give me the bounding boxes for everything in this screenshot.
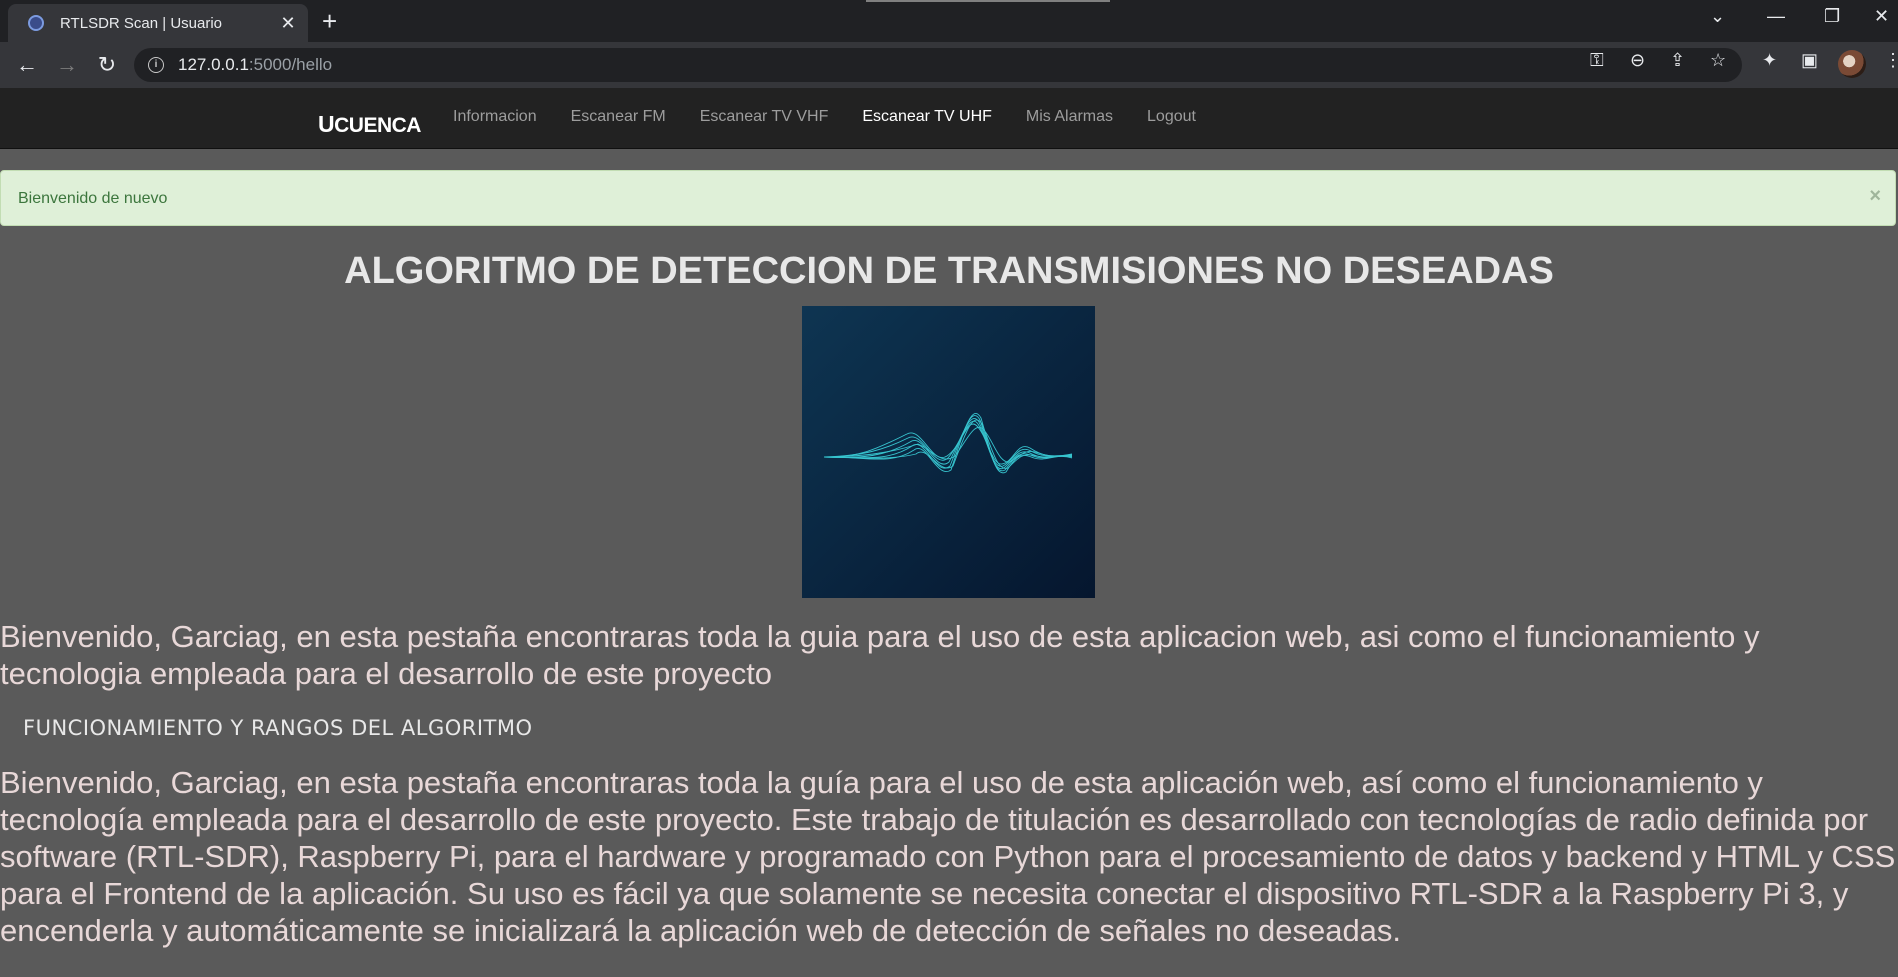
window-drag-bar[interactable] <box>866 0 1110 2</box>
intro-paragraph: Bienvenido, Garciag, en esta pestaña enc… <box>0 619 1760 691</box>
alert-close-icon[interactable]: × <box>1869 185 1881 208</box>
nav-links: Informacion Escanear FM Escanear TV VHF … <box>453 108 1230 126</box>
brand-text: CUENCA <box>334 114 421 137</box>
brand-u: U <box>318 111 335 137</box>
favicon-icon <box>28 15 44 31</box>
extensions-icon[interactable]: ✦ <box>1762 50 1777 71</box>
reload-icon[interactable]: ↻ <box>92 50 122 80</box>
restore-icon[interactable]: ❐ <box>1824 6 1840 27</box>
url-path: :5000/hello <box>248 55 333 74</box>
success-alert: Bienvenido de nuevo × <box>0 170 1896 226</box>
zoom-out-icon[interactable]: ⊖ <box>1630 50 1645 71</box>
forward-icon[interactable]: → <box>52 50 82 80</box>
nav-link-escanear-tv-uhf[interactable]: Escanear TV UHF <box>862 108 992 126</box>
sidepanel-icon[interactable]: ▣ <box>1801 50 1818 71</box>
brand-logo[interactable]: UCUENCA <box>318 111 421 138</box>
alert-message: Bienvenido de nuevo <box>18 190 168 207</box>
page-title: ALGORITMO DE DETECCION DE TRANSMISIONES … <box>344 250 1554 292</box>
section-heading: FUNCIONAMIENTO Y RANGOS DEL ALGORITMO <box>23 716 533 740</box>
tab-search-icon[interactable]: ⌄ <box>1710 6 1725 27</box>
back-icon[interactable]: ← <box>12 50 42 80</box>
new-tab-button[interactable]: + <box>322 6 337 37</box>
site-navbar: UCUENCA Informacion Escanear FM Escanear… <box>0 88 1898 149</box>
key-icon[interactable]: ⚿ <box>1590 50 1604 71</box>
info-icon[interactable]: i <box>148 57 164 73</box>
nav-link-logout[interactable]: Logout <box>1147 108 1196 126</box>
menu-icon[interactable]: ⋮ <box>1884 50 1898 71</box>
browser-toolbar: ← → ↻ i 127.0.0.1:5000/hello ⚿ ⊖ ⇪ ☆ ✦ ▣… <box>0 42 1898 88</box>
nav-link-escanear-tv-vhf[interactable]: Escanear TV VHF <box>700 108 829 126</box>
tab-title: RTLSDR Scan | Usuario <box>60 14 223 32</box>
url-host: 127.0.0.1 <box>178 55 249 74</box>
nav-link-mis-alarmas[interactable]: Mis Alarmas <box>1026 108 1113 126</box>
nav-link-informacion[interactable]: Informacion <box>453 108 537 126</box>
body-paragraph: Bienvenido, Garciag, en esta pestaña enc… <box>0 765 1896 948</box>
star-icon[interactable]: ☆ <box>1710 50 1726 71</box>
minimize-icon[interactable]: — <box>1767 6 1785 27</box>
profile-avatar[interactable] <box>1838 50 1866 78</box>
close-tab-icon[interactable]: ✕ <box>276 13 300 34</box>
browser-tabstrip: RTLSDR Scan | Usuario ✕ + ⌄ — ❐ ✕ <box>0 0 1898 42</box>
share-icon[interactable]: ⇪ <box>1670 50 1685 71</box>
soundwave-image <box>802 306 1095 598</box>
nav-link-escanear-fm[interactable]: Escanear FM <box>571 108 666 126</box>
close-window-icon[interactable]: ✕ <box>1874 6 1889 27</box>
address-bar[interactable]: i 127.0.0.1:5000/hello <box>134 48 1742 82</box>
browser-tab[interactable]: RTLSDR Scan | Usuario ✕ <box>8 4 308 42</box>
